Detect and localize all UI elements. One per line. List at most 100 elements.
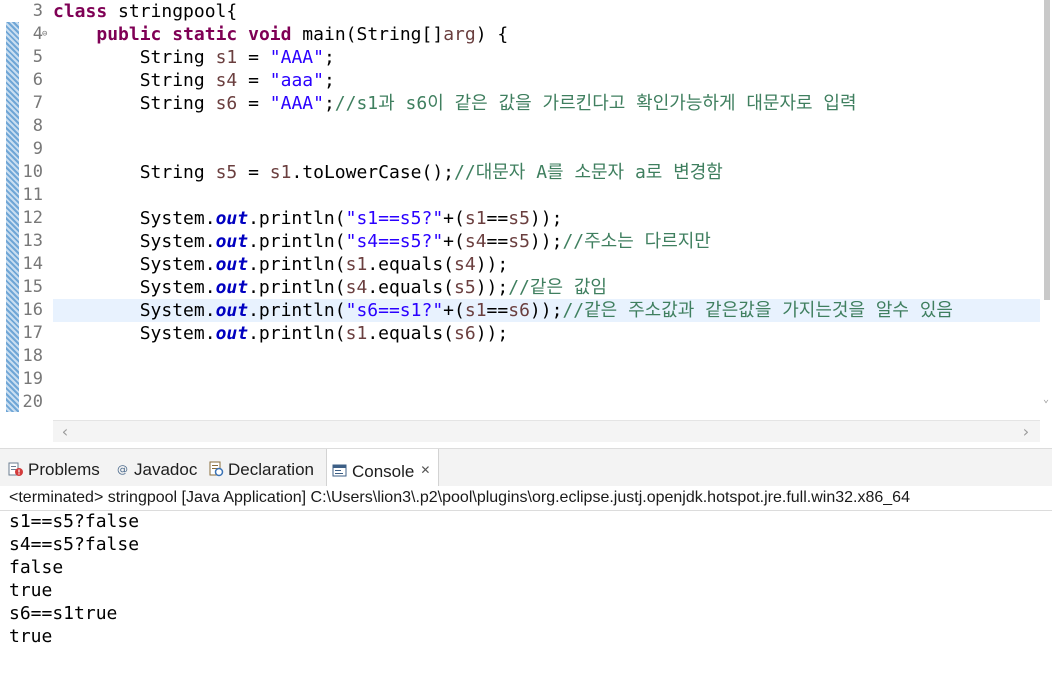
console-icon (332, 453, 348, 477)
line-number: 17 (22, 323, 43, 343)
code-token: "s6==s1?" (345, 300, 444, 321)
code-token: System. (53, 254, 216, 275)
code-token: .println( (248, 254, 346, 275)
code-token: //주소는 다르지만 (562, 231, 711, 252)
code-token: )); (475, 277, 509, 298)
code-token: s6 (215, 93, 238, 114)
code-token: //같은 주소값과 같은값을 가지는것을 알수 있음 (562, 300, 953, 321)
code-token: stringpool{ (107, 1, 238, 22)
code-token: == (486, 300, 509, 321)
code-token: s1 (464, 208, 487, 229)
code-token: s1 (215, 47, 238, 68)
code-line[interactable]: System.out.println(s1.equals(s6)); (53, 322, 509, 345)
console-output-line: s4==s5?false (9, 534, 140, 555)
console-view[interactable]: <terminated> stringpool [Java Applicatio… (0, 486, 1052, 696)
code-token: s4 (464, 231, 487, 252)
console-output-line: s6==s1true (9, 603, 118, 624)
code-token: "aaa" (269, 70, 324, 91)
code-token: = (237, 93, 270, 114)
code-token: s4 (215, 70, 238, 91)
code-token: .equals( (367, 254, 455, 275)
code-token: +( (443, 300, 465, 321)
code-token: s5 (454, 277, 476, 298)
line-number: 9 (32, 139, 43, 159)
code-line[interactable]: System.out.println(s4.equals(s5));//같은 값… (53, 276, 607, 299)
line-number: 11 (22, 185, 43, 205)
code-token: out (215, 300, 249, 321)
code-token: String (53, 47, 216, 68)
code-token: System. (53, 231, 216, 252)
code-token: s1 (269, 162, 292, 183)
code-token: ; (323, 47, 335, 68)
code-line[interactable]: String s6 = "AAA";//s1과 s6이 같은 값을 가르킨다고 … (53, 92, 857, 115)
scroll-right-arrow-icon[interactable]: › (1017, 421, 1035, 443)
code-token: .println( (248, 300, 346, 321)
code-line[interactable]: public static void main(String[]arg) { (53, 23, 508, 46)
line-number: 7 (32, 93, 43, 113)
code-line[interactable]: class stringpool{ (53, 0, 237, 23)
tab-label: Declaration (228, 460, 314, 479)
code-line[interactable]: String s4 = "aaa"; (53, 69, 335, 92)
java-editor[interactable]: 3 class stringpool{4 ⊖ public static void … (0, 0, 1052, 445)
code-token: out (215, 277, 249, 298)
close-icon[interactable]: ✕ (420, 463, 430, 477)
code-line[interactable]: System.out.println("s6==s1?"+(s1==s6));/… (53, 299, 953, 322)
code-token: "AAA" (269, 93, 324, 114)
line-number: 16 (22, 300, 43, 320)
code-token: s4 (454, 254, 476, 275)
line-number: 14 (22, 254, 43, 274)
code-token: String (53, 70, 216, 91)
view-tab-bar: Problems @ Javadoc Declaration Console ✕ (0, 448, 1052, 487)
code-token: static (172, 24, 238, 45)
code-token: .println( (248, 231, 346, 252)
overview-ruler (6, 0, 19, 412)
declaration-icon (208, 451, 224, 477)
code-line[interactable]: String s5 = s1.toLowerCase();//대문자 A를 소문… (53, 161, 723, 184)
code-line[interactable]: String s1 = "AAA"; (53, 46, 335, 69)
code-token: )); (475, 254, 509, 275)
code-token: out (215, 231, 249, 252)
tab-javadoc[interactable]: @ Javadoc (116, 449, 197, 487)
code-token: )); (529, 231, 563, 252)
svg-text:@: @ (117, 463, 128, 476)
code-token: .println( (248, 323, 346, 344)
vertical-scroll-thumb[interactable] (1044, 0, 1050, 300)
code-token: //s1과 s6이 같은 값을 가르킨다고 확인가능하게 대문자로 입력 (334, 93, 857, 114)
line-number: 5 (32, 47, 43, 67)
tab-problems[interactable]: Problems (8, 449, 100, 487)
code-line[interactable]: System.out.println("s1==s5?"+(s1==s5)); (53, 207, 563, 230)
line-number: 3 (32, 1, 43, 21)
code-token: s5 (215, 162, 238, 183)
tab-label: Console (352, 462, 415, 481)
fold-toggle-icon[interactable]: ⊖ (42, 23, 51, 46)
console-output-line: false (9, 557, 64, 578)
line-number: 8 (32, 116, 43, 136)
line-number: 6 (32, 70, 43, 90)
line-number: 12 (22, 208, 43, 228)
console-output-line: true (9, 580, 53, 601)
console-status-line: <terminated> stringpool [Java Applicatio… (9, 489, 910, 506)
problems-icon (8, 451, 24, 476)
ruler-gap (6, 0, 19, 22)
code-line[interactable]: System.out.println("s4==s5?"+(s4==s5));/… (53, 230, 711, 253)
code-token: System. (53, 323, 216, 344)
code-token: "AAA" (269, 47, 324, 68)
tab-label: Javadoc (134, 460, 198, 479)
code-token: //대문자 A를 소문자 a로 변경함 (454, 162, 723, 183)
tab-console[interactable]: Console ✕ (326, 449, 440, 487)
horizontal-scrollbar[interactable]: ‹ › (53, 420, 1040, 442)
tab-label: Problems (28, 460, 100, 479)
code-token: out (215, 208, 249, 229)
code-token: s1 (345, 254, 368, 275)
tab-declaration[interactable]: Declaration (208, 449, 314, 487)
code-line[interactable]: System.out.println(s1.equals(s4)); (53, 253, 509, 276)
scroll-left-arrow-icon[interactable]: ‹ (56, 421, 74, 443)
line-number: 20 (22, 392, 43, 412)
console-divider (0, 510, 1052, 511)
code-token: class (53, 1, 108, 22)
code-token: s1 (345, 323, 368, 344)
code-token: System. (53, 277, 216, 298)
code-token: s4 (345, 277, 368, 298)
scroll-down-arrow-icon[interactable]: ⌄ (1041, 393, 1051, 407)
